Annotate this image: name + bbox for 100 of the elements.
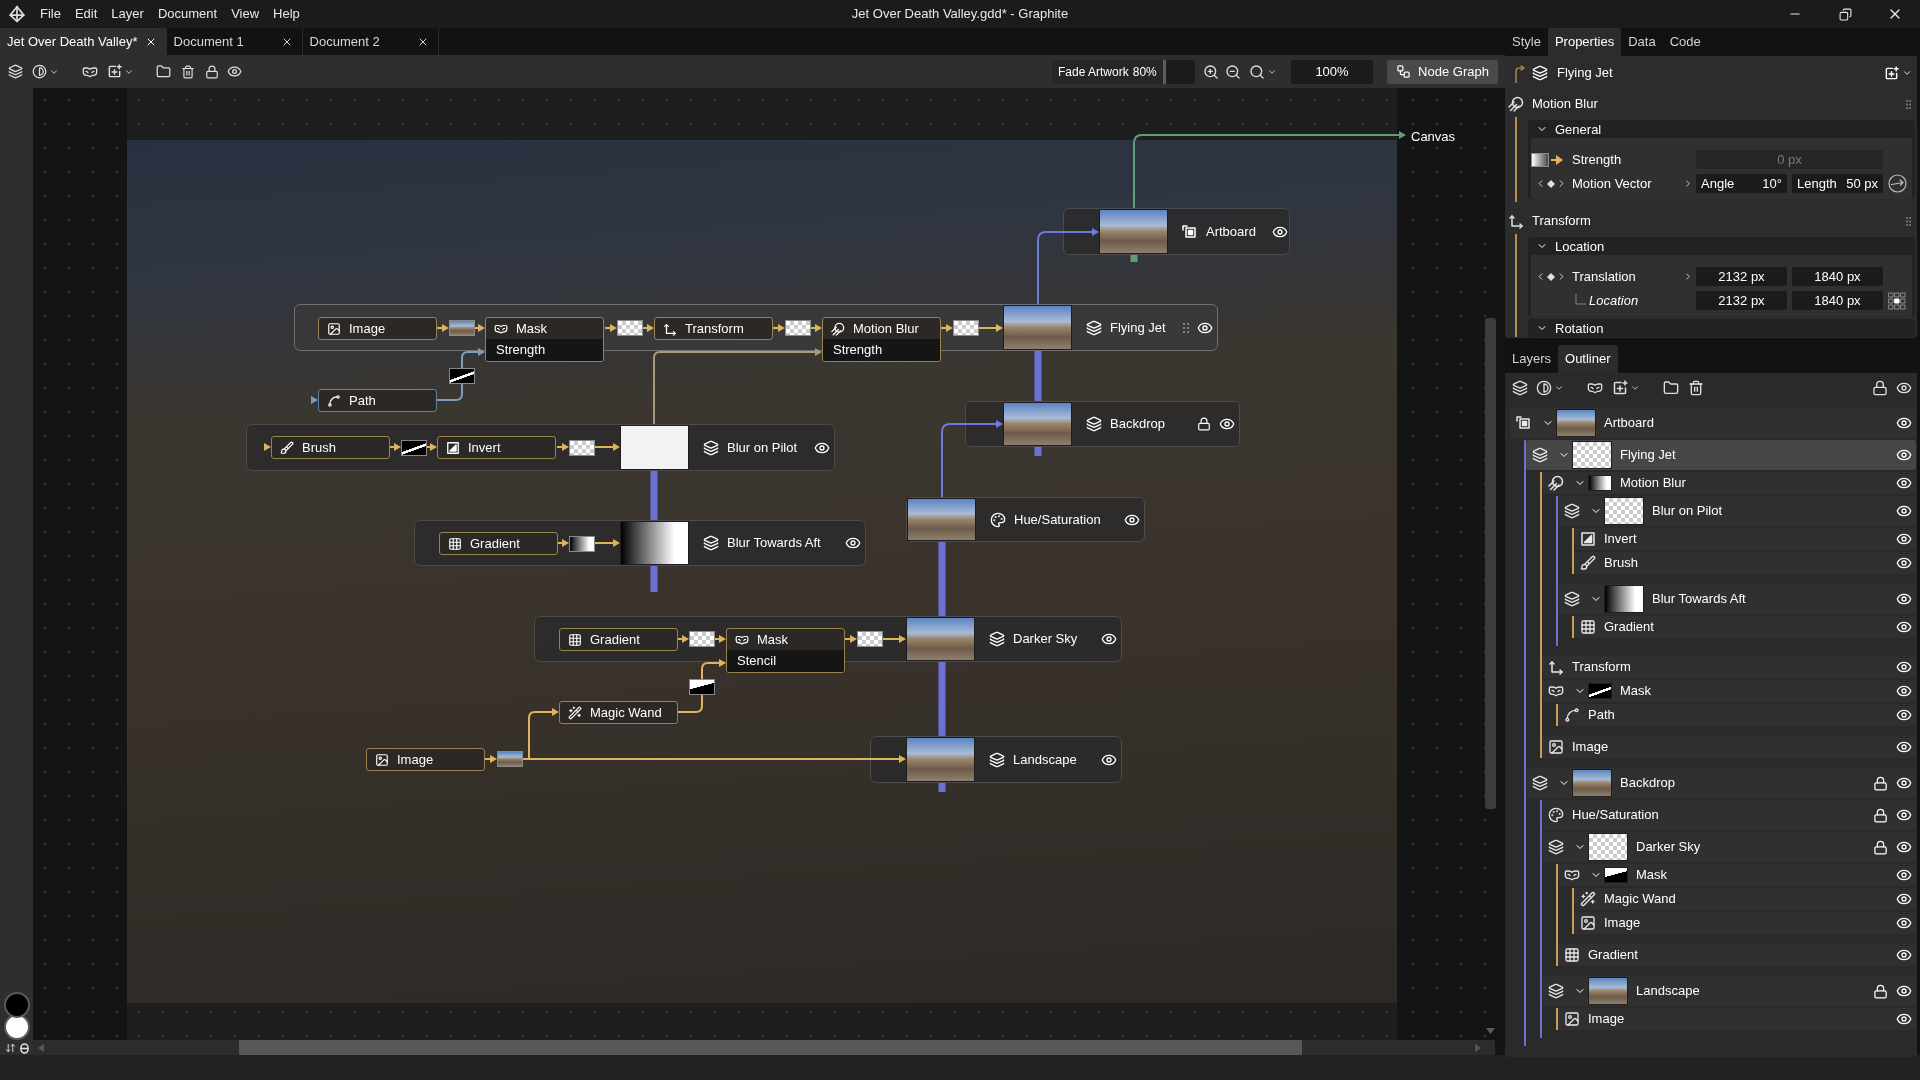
number-field[interactable]: 1840 px [1792,267,1883,286]
keyframe-diamond-icon[interactable] [1547,179,1555,188]
eye-icon[interactable] [1896,775,1912,791]
eye-icon[interactable] [1896,683,1912,699]
eye-icon[interactable] [1896,447,1912,463]
eye-icon[interactable] [1896,739,1912,755]
eye-icon[interactable] [1896,591,1912,607]
eye-icon[interactable] [1101,631,1117,647]
outliner-row[interactable]: Artboard [1510,408,1916,438]
eye-icon[interactable] [1896,915,1912,931]
menu-item[interactable]: Document [150,4,225,24]
eye-icon[interactable] [1896,415,1912,431]
menu-item[interactable]: Edit [67,4,105,24]
lock-icon[interactable] [1872,380,1888,396]
outliner-row[interactable]: Image [1542,736,1916,758]
outliner-row[interactable]: Blur Towards Aft [1558,584,1916,614]
eye-icon[interactable] [1896,947,1912,963]
scrollbar-thumb[interactable] [1485,318,1496,809]
eye-icon[interactable] [1896,1011,1912,1027]
scrollbar-track[interactable] [33,1040,1495,1055]
panel-tab[interactable]: Properties [1547,28,1622,56]
zoom-in-icon[interactable] [1203,63,1219,80]
outliner-row[interactable]: Brush [1574,552,1916,574]
outliner-row[interactable]: Blur on Pilot [1558,496,1916,526]
outliner-row[interactable]: Invert [1574,528,1916,550]
fade-artwork-slider[interactable]: Fade Artwork 80% [1052,59,1195,84]
eye-icon[interactable] [1896,867,1912,883]
color-swatch-icon[interactable] [3,992,30,1018]
expand-chevron-icon[interactable] [1683,271,1693,282]
menu-item[interactable]: View [224,4,267,24]
number-field[interactable]: Angle 10° [1696,174,1787,193]
group-header[interactable]: General [1528,120,1915,138]
lock-icon[interactable] [1873,839,1888,855]
eye-icon[interactable] [1896,659,1912,675]
outliner-row[interactable]: Path [1558,704,1916,726]
outliner-row[interactable]: Image [1574,912,1916,934]
eye-icon[interactable] [227,64,242,79]
eye-icon[interactable] [1896,619,1912,635]
eye-icon[interactable] [1896,891,1912,907]
layers-icon[interactable] [8,64,23,79]
eye-icon[interactable] [1896,807,1912,823]
eye-icon[interactable] [1219,416,1235,432]
trash-icon[interactable] [1688,380,1704,396]
add-layer-icon[interactable] [107,64,122,79]
outliner-row[interactable]: Mask [1542,680,1916,702]
outliner-row[interactable]: Transform [1542,656,1916,678]
menu-item[interactable]: Layer [104,4,151,24]
scrollbar-thumb[interactable] [239,1040,1302,1055]
folder-icon[interactable] [1663,380,1679,396]
lock-icon[interactable] [1873,807,1888,823]
outliner-row[interactable]: Image [1558,1008,1916,1030]
lock-icon[interactable] [1873,775,1888,791]
eye-icon[interactable] [1896,983,1912,999]
outliner-row[interactable]: Hue/Saturation [1542,800,1916,830]
gradient-swatch-icon[interactable] [1531,152,1549,167]
keyframe-diamond-icon[interactable] [1547,272,1555,281]
outliner-row[interactable]: Motion Blur [1542,472,1916,494]
lock-icon[interactable] [1873,983,1888,999]
search-icon[interactable] [1249,63,1265,80]
eye-icon[interactable] [1896,503,1912,519]
outliner-row[interactable]: Darker Sky [1542,832,1916,862]
group-header[interactable]: Rotation [1528,319,1915,337]
direction-dial-icon[interactable] [1888,174,1907,193]
number-field[interactable]: 2132 px [1696,267,1787,286]
eye-icon[interactable] [1896,531,1912,547]
number-field[interactable]: Length 50 px [1792,174,1883,193]
swap-arrows-icon[interactable] [4,1042,16,1054]
eye-icon[interactable] [845,535,861,551]
number-field[interactable]: 1840 px [1792,291,1883,310]
pivot-grid-icon[interactable] [1888,291,1906,310]
expand-chevron-icon[interactable] [1683,178,1693,189]
outliner-row[interactable]: Backdrop [1526,768,1916,798]
color-swatch-icon[interactable] [3,1014,30,1040]
scroll-down-icon[interactable] [1486,1028,1495,1034]
zoom-field[interactable]: 100% [1291,59,1373,84]
eye-icon[interactable] [1896,839,1912,855]
eye-icon[interactable] [1896,380,1912,396]
trash-icon[interactable] [181,64,195,79]
outliner-row[interactable]: Magic Wand [1574,888,1916,910]
caret-icon[interactable] [1554,383,1564,393]
contrast-icon[interactable] [32,64,47,79]
outliner-row[interactable]: Flying Jet [1526,440,1916,470]
zoom-out-icon[interactable] [1225,63,1241,80]
eye-icon[interactable] [1896,475,1912,491]
contrast-icon[interactable] [1536,380,1552,396]
lock-icon[interactable] [1197,417,1211,431]
layers-icon[interactable] [1512,380,1528,396]
node-graph-button[interactable]: Node Graph [1387,59,1498,84]
outliner-row[interactable]: Landscape [1542,976,1916,1006]
group-header[interactable]: Location [1528,237,1915,255]
outliner-row[interactable]: Gradient [1574,616,1916,638]
number-field[interactable]: 2132 px [1696,291,1787,310]
menu-item[interactable]: File [33,4,68,24]
panel-tab[interactable]: Outliner [1558,345,1618,373]
add-layer-icon[interactable] [1884,65,1899,81]
document-tab[interactable]: Jet Over Death Valley* [0,28,167,55]
add-layer-icon[interactable] [1612,380,1628,396]
mask-icon[interactable] [1587,380,1603,396]
outliner-row[interactable]: Gradient [1558,944,1916,966]
outliner-row[interactable]: Mask [1558,864,1916,886]
